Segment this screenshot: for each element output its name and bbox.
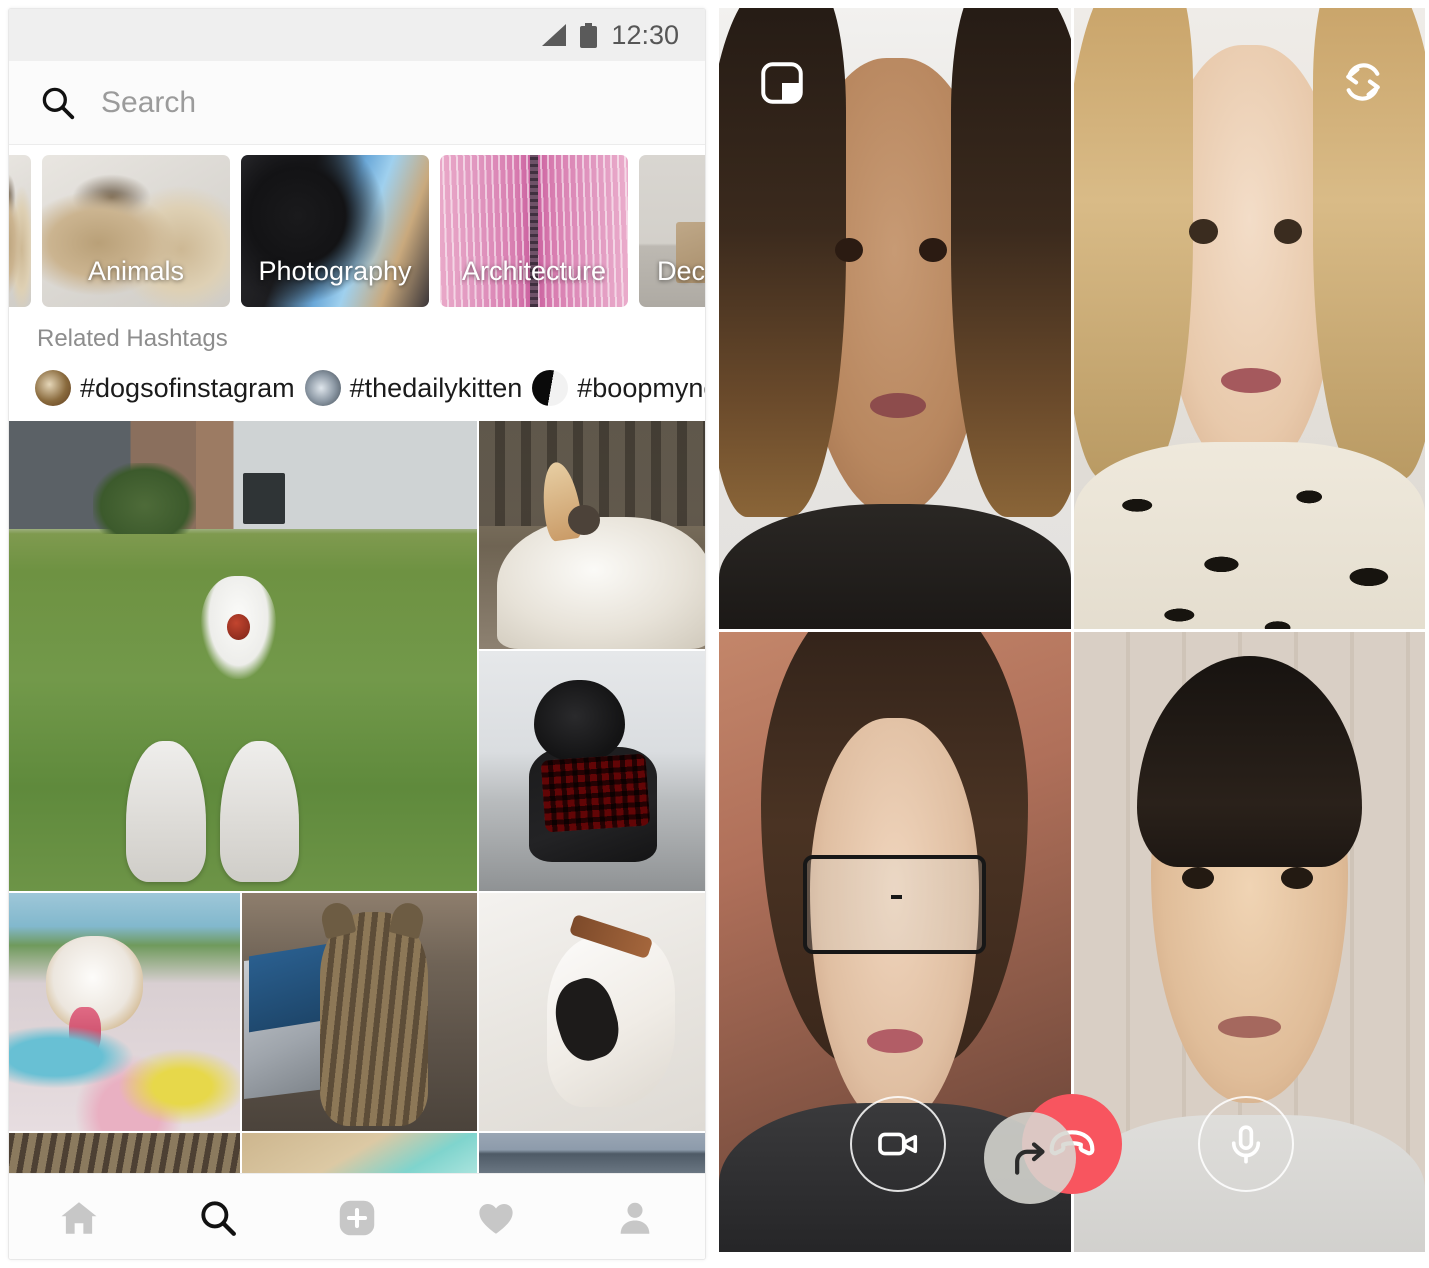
toggle-camera-button[interactable] — [850, 1096, 946, 1192]
nav-search[interactable] — [178, 1188, 258, 1248]
photo-rabbit[interactable] — [479, 421, 705, 649]
flip-camera-icon — [1346, 63, 1380, 101]
heart-icon — [479, 1203, 513, 1234]
home-icon — [61, 1201, 97, 1234]
group-video-call-screen — [714, 0, 1429, 1268]
battery-full-icon — [580, 22, 598, 48]
related-hashtags-list[interactable]: #dogsofinstagram #thedailykitten #boopmy… — [9, 365, 705, 411]
category-tile-animals[interactable]: Animals — [42, 155, 230, 307]
hashtag-chip[interactable]: #thedailykitten — [304, 370, 523, 406]
hashtag-avatar — [35, 370, 71, 406]
hashtag-chip[interactable]: #boopmynose — [532, 370, 705, 406]
microphone-icon — [1231, 1125, 1261, 1164]
photo-dog-on-bed[interactable] — [479, 893, 705, 1131]
photo-thumb — [479, 651, 705, 891]
bottom-navigation-bar[interactable] — [9, 1173, 705, 1259]
category-carousel[interactable]: Animals Photography Architecture Dec — [9, 145, 705, 315]
search-input-placeholder[interactable]: Search — [101, 86, 196, 120]
flip-camera-button[interactable] — [1337, 56, 1389, 113]
picture-in-picture-icon — [761, 62, 803, 104]
photo-thumb — [9, 1133, 240, 1173]
end-call-button[interactable] — [984, 1094, 1122, 1204]
nav-create[interactable] — [317, 1188, 397, 1248]
photo-dog-snow-plaid[interactable] — [479, 651, 705, 891]
category-label: Dec — [657, 256, 705, 286]
related-hashtags-title: Related Hashtags — [37, 325, 228, 352]
instagram-explore-screen: 12:30 Search Animals Photography Archite… — [0, 0, 714, 1268]
status-bar: 12:30 — [9, 9, 705, 61]
person-icon — [620, 1202, 650, 1234]
category-thumb — [9, 155, 31, 307]
nav-activity[interactable] — [456, 1188, 536, 1248]
explore-photo-grid[interactable] — [9, 421, 705, 1173]
photo-thumb — [479, 1133, 705, 1173]
search-bar[interactable]: Search — [9, 61, 705, 145]
photo-pitbull-graffiti[interactable] — [9, 893, 240, 1131]
category-label: Photography — [258, 256, 412, 286]
category-label: Architecture — [461, 256, 607, 286]
video-call-viewport — [719, 8, 1425, 1252]
screenshot-root: 12:30 Search Animals Photography Archite… — [0, 0, 1429, 1268]
status-bar-clock: 12:30 — [611, 19, 679, 50]
related-hashtags-section: Related Hashtags #dogsofinstagram #theda… — [9, 315, 705, 421]
photo-cat-closeup[interactable] — [9, 1133, 240, 1173]
category-tile-architecture[interactable]: Architecture — [440, 155, 628, 307]
photo-blanket[interactable] — [242, 1133, 477, 1173]
hashtag-chip[interactable]: #dogsofinstagram — [35, 370, 295, 406]
photo-thumb — [242, 1133, 477, 1173]
toggle-microphone-button[interactable] — [1198, 1096, 1294, 1192]
phone-viewport: 12:30 Search Animals Photography Archite… — [8, 8, 706, 1260]
share-call-button[interactable] — [984, 1112, 1076, 1204]
hashtag-avatar — [532, 370, 569, 406]
hashtag-avatar — [304, 370, 341, 406]
search-icon — [42, 87, 75, 119]
category-tile-decor[interactable]: Dec — [639, 155, 705, 307]
hashtag-label: #dogsofinstagram — [80, 372, 295, 403]
signal-bars-icon — [542, 24, 567, 46]
hashtag-label: #boopmynose — [577, 372, 705, 403]
photo-thumb — [479, 421, 705, 649]
search-icon — [201, 1200, 236, 1236]
video-participant-grid — [719, 8, 1425, 1252]
nav-home[interactable] — [39, 1188, 119, 1248]
photo-thumb — [479, 893, 705, 1131]
photo-dog-running-lawn[interactable] — [9, 421, 477, 891]
plus-square-icon — [339, 1200, 375, 1235]
photo-lake[interactable] — [479, 1133, 705, 1173]
hashtag-label: #thedailykitten — [349, 372, 523, 403]
share-arrow-icon — [1015, 1142, 1045, 1175]
photo-tabby-laptop[interactable] — [242, 893, 477, 1131]
photo-thumb — [242, 893, 477, 1131]
category-label: Animals — [87, 256, 185, 286]
nav-profile[interactable] — [595, 1188, 675, 1248]
category-tile-clipped-left[interactable] — [9, 155, 31, 307]
photo-thumb — [9, 421, 477, 891]
photo-thumb — [9, 893, 240, 1131]
category-tile-photography[interactable]: Photography — [241, 155, 429, 307]
minimize-call-button[interactable] — [757, 58, 807, 113]
video-camera-icon — [878, 1132, 918, 1156]
